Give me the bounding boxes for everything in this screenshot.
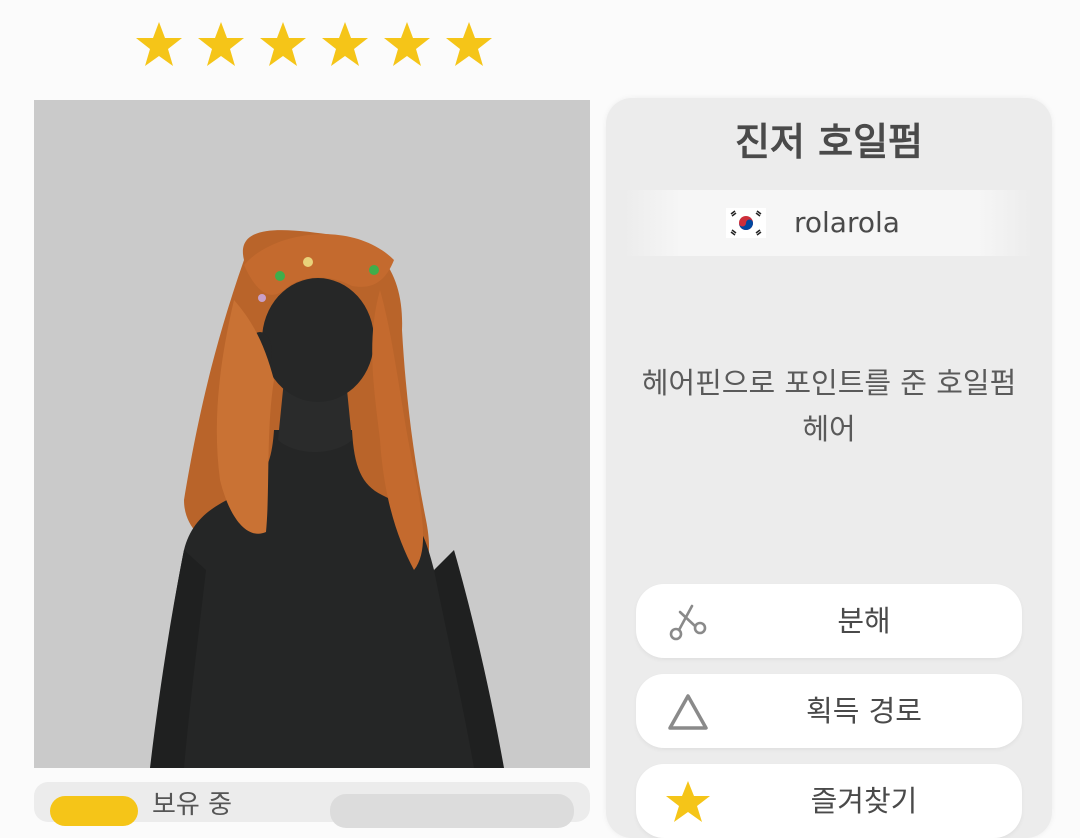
owned-label: 보유 중: [152, 790, 233, 820]
item-description: 헤어핀으로 포인트를 준 호일펌 헤어: [626, 360, 1032, 452]
creator-row[interactable]: rolarola: [624, 190, 1034, 256]
disassemble-label: 분해: [837, 604, 891, 638]
triangle-icon: [664, 688, 712, 736]
item-info-panel: 진저 호일펌 rolarola 헤어핀으로 포인트를 준 호일펌 헤어 분해 획…: [606, 98, 1052, 838]
favorite-label: 즐겨찾기: [810, 784, 918, 818]
quantity-stepper[interactable]: [330, 794, 574, 828]
item-title: 진저 호일펌: [734, 120, 924, 164]
acquisition-path-button[interactable]: 획득 경로: [636, 674, 1022, 748]
item-preview[interactable]: [34, 100, 590, 768]
description-line: 헤어핀으로 포인트를 준 호일펌: [641, 366, 1017, 400]
star-icon: [258, 20, 308, 70]
scissors-icon: [664, 598, 712, 646]
star-icon: [444, 20, 494, 70]
star-icon: [196, 20, 246, 70]
disassemble-button[interactable]: 분해: [636, 584, 1022, 658]
mannequin-hair-image: [150, 230, 504, 768]
creator-name[interactable]: rolarola: [794, 204, 900, 242]
star-icon: [382, 20, 432, 70]
description-line: 헤어: [802, 412, 856, 446]
rating-stars: [134, 20, 494, 70]
favorite-button[interactable]: 즐겨찾기: [636, 764, 1022, 838]
acquisition-path-label: 획득 경로: [806, 694, 922, 728]
inventory-bar: 보유 중: [34, 782, 590, 828]
owned-count-badge: [50, 796, 138, 826]
star-icon: [134, 20, 184, 70]
south-korea-flag-icon: [726, 208, 766, 238]
star-icon: [320, 20, 370, 70]
star-icon: [664, 778, 712, 826]
